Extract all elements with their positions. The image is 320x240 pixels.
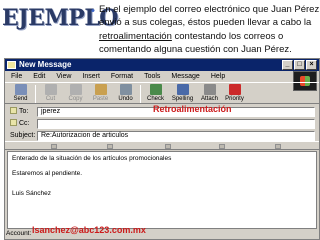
paperclip-icon <box>203 84 216 95</box>
clipboard-icon <box>94 84 107 95</box>
formatting-toolbar <box>5 141 319 150</box>
body-line: Enterado de la situación de los artículo… <box>12 155 172 162</box>
close-button[interactable]: × <box>306 60 317 70</box>
menu-help[interactable]: Help <box>211 71 225 82</box>
cut-button[interactable]: Cut <box>39 83 62 104</box>
menu-message[interactable]: Message <box>171 71 199 82</box>
copy-button[interactable]: Copy <box>64 83 87 104</box>
cc-row: Cc: <box>5 118 319 129</box>
formatting-button[interactable] <box>107 144 113 149</box>
maximize-button[interactable]: □ <box>294 60 305 70</box>
menu-view[interactable]: View <box>56 71 71 82</box>
account-email: lsanchez@abc123.com.mx <box>32 225 146 235</box>
account-row: Account: lsanchez@abc123.com.mx <box>6 225 319 239</box>
formatting-button[interactable] <box>275 144 281 149</box>
send-icon <box>14 84 27 95</box>
to-label: To: <box>19 108 29 115</box>
formatting-button[interactable] <box>219 144 225 149</box>
menu-format[interactable]: Format <box>111 71 133 82</box>
slide-text-underlined: retroalimentación <box>99 30 172 42</box>
priority-icon <box>228 84 241 95</box>
window-controls: _ □ × <box>282 60 317 70</box>
slide-text-before: En el ejemplo del correo electrónico que… <box>99 4 320 29</box>
toolbar-separator <box>35 85 36 103</box>
attach-button[interactable]: Attach <box>198 83 221 104</box>
bullet-point: • <box>90 6 96 17</box>
new-message-window: New Message _ □ × File Edit View Insert … <box>4 58 320 240</box>
subject-label: Subject: <box>10 132 36 139</box>
scissors-icon <box>44 84 57 95</box>
slide-paragraph: En el ejemplo del correo electrónico que… <box>99 3 320 57</box>
message-body[interactable]: Enterado de la situación de los artículo… <box>7 151 317 229</box>
subject-value: Re:Autorizacion de articulos <box>41 132 129 139</box>
cc-field[interactable] <box>37 119 315 129</box>
address-book-icon[interactable] <box>10 119 17 126</box>
body-line: Estaremos al pendiente. <box>12 170 83 177</box>
spelling-icon <box>176 84 189 95</box>
formatting-button[interactable] <box>51 144 57 149</box>
paste-button[interactable]: Paste <box>89 83 112 104</box>
menu-bar: File Edit View Insert Format Tools Messa… <box>5 71 319 82</box>
menu-insert[interactable]: Insert <box>82 71 100 82</box>
copy-icon <box>69 84 82 95</box>
check-names-icon <box>149 84 162 95</box>
slide: EJEMPLO • En el ejemplo del correo elect… <box>0 0 320 240</box>
minimize-button[interactable]: _ <box>282 60 293 70</box>
toolbar-separator <box>140 85 141 103</box>
menu-edit[interactable]: Edit <box>33 71 45 82</box>
to-value: jperez <box>41 108 61 115</box>
undo-icon <box>119 84 132 95</box>
window-title: New Message <box>19 60 72 69</box>
check-button[interactable]: Check <box>144 83 167 104</box>
subject-row: Subject: Re:Autorizacion de articulos <box>5 130 319 141</box>
body-line: Luis Sánchez <box>12 190 52 197</box>
annotation-retroalimentacion: Retroalimentación <box>153 104 232 114</box>
menu-file[interactable]: File <box>11 71 22 82</box>
send-button[interactable]: Send <box>9 83 32 104</box>
cc-label: Cc: <box>19 120 30 127</box>
subject-field[interactable]: Re:Autorizacion de articulos <box>37 131 315 141</box>
formatting-button[interactable] <box>165 144 171 149</box>
envelope-icon <box>7 61 16 69</box>
undo-button[interactable]: Undo <box>114 83 137 104</box>
menu-tools[interactable]: Tools <box>144 71 160 82</box>
account-label: Account: <box>6 230 32 237</box>
window-titlebar[interactable]: New Message _ □ × <box>5 59 319 71</box>
priority-button[interactable]: Priority <box>223 83 246 104</box>
spelling-button[interactable]: Spelling <box>169 83 196 104</box>
address-book-icon[interactable] <box>10 107 17 114</box>
toolbar: Send Cut Copy Paste Undo Check Spelling … <box>5 82 319 104</box>
